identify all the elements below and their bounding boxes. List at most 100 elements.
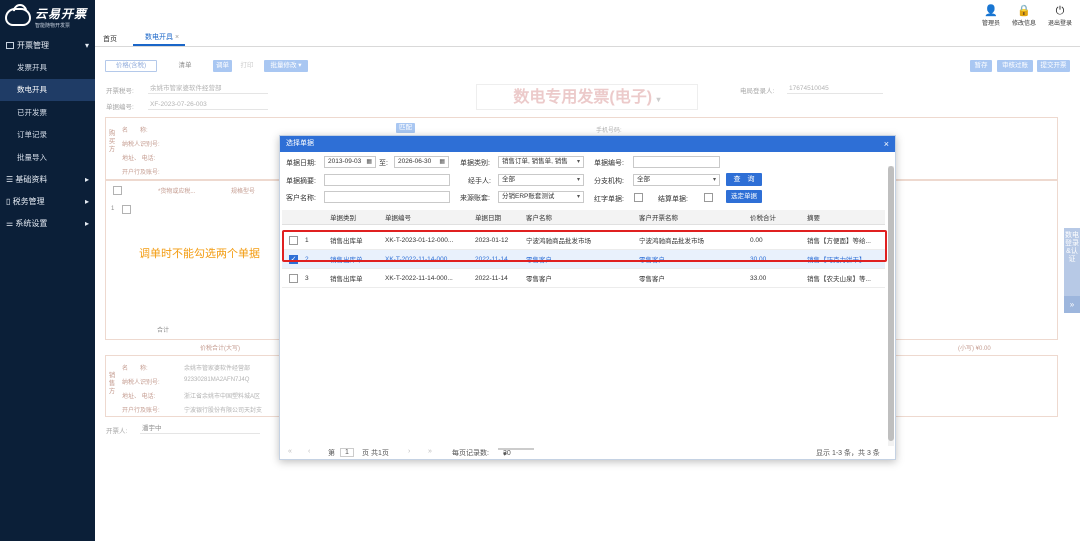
scrollbar-thumb[interactable] bbox=[888, 166, 894, 441]
phone-icon: ▯ bbox=[6, 197, 13, 206]
source-select[interactable]: 分销ERP账套测试 ▾ bbox=[498, 191, 584, 203]
menu-group-settings[interactable]: ⚌ 系统设置 ▸ bbox=[0, 213, 95, 235]
customer-input[interactable] bbox=[324, 191, 450, 203]
menu-item-issued[interactable]: 已开发票 bbox=[0, 101, 95, 124]
vertical-scrollbar[interactable] bbox=[888, 166, 894, 446]
chevron-down-icon: ▾ bbox=[712, 177, 716, 183]
page-label: 第 bbox=[328, 450, 335, 457]
user-icon: 👤 bbox=[984, 5, 998, 17]
annotation-text: 调单时不能勾选两个单据 bbox=[139, 248, 260, 260]
row-customer: 零售客户 bbox=[526, 276, 552, 283]
admin-button[interactable]: 👤 管理员 bbox=[982, 4, 1000, 27]
settle-doc-label: 结算单据: bbox=[658, 196, 688, 203]
close-icon[interactable]: × bbox=[884, 136, 889, 152]
summary-input[interactable] bbox=[324, 174, 450, 186]
date-from-value: 2013-09-03 bbox=[328, 158, 362, 165]
tab-digital-invoice[interactable]: 数电开具 × bbox=[133, 32, 186, 46]
column-header: 单据编号 bbox=[385, 215, 411, 222]
doc-no-input[interactable] bbox=[633, 156, 720, 168]
edit-info-button[interactable]: 🔒 修改信息 bbox=[1012, 4, 1036, 27]
red-doc-checkbox[interactable] bbox=[634, 193, 643, 202]
menu-item-issue[interactable]: 发票开具 bbox=[0, 56, 95, 79]
column-header: 摘要 bbox=[807, 215, 820, 222]
logo-title: 云易开票 bbox=[35, 7, 88, 21]
admin-label: 管理员 bbox=[981, 21, 1000, 27]
prev-page-button[interactable]: ‹ bbox=[308, 448, 310, 455]
handler-select[interactable]: 全部 ▾ bbox=[498, 174, 584, 186]
date-to-input[interactable]: 2026-06-30 ▦ bbox=[394, 156, 449, 168]
edit-info-label: 修改信息 bbox=[1011, 21, 1036, 27]
menu-item-import[interactable]: 批量导入 bbox=[0, 146, 95, 169]
date-to-label: 至: bbox=[379, 160, 388, 167]
chevron-down-icon: ▾ bbox=[576, 177, 580, 183]
calendar-icon[interactable]: ▦ bbox=[366, 157, 372, 167]
settings-icon: ⚌ bbox=[6, 219, 16, 228]
dialog-title: 选择单据 bbox=[286, 140, 314, 147]
menu-group-label: 税务管理 bbox=[12, 197, 45, 206]
row-total: 33.00 bbox=[750, 274, 767, 282]
column-header: 客户名称 bbox=[526, 215, 552, 222]
tab-bar: 首页 数电开具 × bbox=[95, 32, 1080, 47]
chevron-right-icon: ▸ bbox=[84, 175, 89, 184]
expand-arrow-icon[interactable]: » bbox=[1064, 296, 1080, 313]
menu-group-label: 基础资料 bbox=[15, 175, 48, 184]
row-doc-code: XK-T-2022-11-14-000... bbox=[385, 274, 453, 282]
column-header: 单据类别 bbox=[330, 215, 356, 222]
menu-item-digital[interactable]: 数电开具 bbox=[0, 78, 95, 101]
invoice-icon bbox=[6, 41, 14, 49]
sidebar: 云易开票 智能随物开发票 开票管理 ▾ 发票开具 数电开具 已开发票 订单记录 … bbox=[0, 0, 95, 541]
chevron-right-icon: ▸ bbox=[84, 219, 89, 228]
column-header: 价税合计 bbox=[750, 215, 776, 222]
row-number: 3 bbox=[305, 274, 309, 282]
source-value: 分销ERP账套测试 bbox=[502, 193, 555, 200]
page-count: 页 共1页 bbox=[362, 450, 389, 457]
page-input[interactable]: 1 bbox=[340, 448, 354, 457]
date-from-input[interactable]: 2013-09-03 ▦ bbox=[324, 156, 376, 168]
branch-select[interactable]: 全部 ▾ bbox=[633, 174, 720, 186]
chevron-down-icon: ▾ bbox=[503, 451, 507, 458]
row-invoice-name: 零售客户 bbox=[639, 276, 665, 283]
pagination: « ‹ 第 1 页 共1页 › » 每页记录数: 30 ▾ 显示 1-3 条，共… bbox=[280, 447, 895, 460]
per-page-select[interactable]: 30 ▾ bbox=[498, 448, 534, 458]
last-page-button[interactable]: » bbox=[428, 448, 432, 455]
branch-label: 分支机构: bbox=[594, 178, 624, 185]
select-document-button[interactable]: 选定单据 bbox=[726, 190, 762, 203]
highlight-annotation-box bbox=[282, 230, 887, 262]
table-header: 单据类别 单据编号 单据日期 客户名称 客户开票名称 价税合计 摘要 bbox=[282, 210, 885, 225]
menu-group-basic[interactable]: ☰ 基础资料 ▸ bbox=[0, 169, 95, 191]
date-to-value: 2026-06-30 bbox=[398, 158, 432, 165]
logout-label: 退出登录 bbox=[1047, 21, 1072, 27]
next-page-button[interactable]: › bbox=[408, 448, 410, 455]
table-row[interactable]: 3 销售出库单 XK-T-2022-11-14-000... 2022-11-1… bbox=[282, 269, 885, 288]
menu-group-label: 开票管理 bbox=[17, 40, 49, 50]
tab-label: 数电开具 bbox=[145, 34, 173, 41]
handler-label: 经手人: bbox=[468, 178, 491, 185]
date-label: 单据日期: bbox=[286, 160, 316, 167]
menu-group-label: 系统设置 bbox=[15, 219, 48, 228]
logout-button[interactable]: ⏻ 退出登录 bbox=[1048, 4, 1072, 27]
doc-no-label: 单据编号: bbox=[594, 160, 624, 167]
chevron-down-icon: ▾ bbox=[84, 40, 89, 50]
query-button[interactable]: 查 询 bbox=[726, 173, 762, 186]
doc-type-select[interactable]: 销售订单, 销售单, 销售 ▾ bbox=[498, 156, 584, 168]
logo: 云易开票 智能随物开发票 bbox=[0, 0, 95, 34]
row-doc-date: 2022-11-14 bbox=[475, 274, 508, 282]
select-document-dialog: 选择单据 × 单据日期: 2013-09-03 ▦ 至: 2026-06-30 ▦ … bbox=[279, 135, 896, 460]
menu-group-invoice[interactable]: 开票管理 ▾ bbox=[0, 34, 95, 56]
row-checkbox[interactable] bbox=[289, 274, 298, 283]
customer-label: 客户名称: bbox=[286, 195, 316, 202]
first-page-button[interactable]: « bbox=[288, 448, 292, 455]
cloud-logo-icon bbox=[5, 8, 31, 26]
doc-type-label: 单据类别: bbox=[460, 160, 490, 167]
menu-group-tax[interactable]: ▯ 税务管理 ▸ bbox=[0, 191, 95, 213]
tab-home[interactable]: 首页 bbox=[103, 34, 117, 46]
top-bar: 👤 管理员 🔒 修改信息 ⏻ 退出登录 bbox=[95, 0, 1080, 32]
settle-doc-checkbox[interactable] bbox=[704, 193, 713, 202]
chevron-right-icon: ▸ bbox=[84, 197, 89, 206]
chevron-down-icon: ▾ bbox=[576, 194, 580, 200]
tab-close-icon[interactable]: × bbox=[175, 34, 179, 41]
source-label: 来源账套: bbox=[460, 195, 490, 202]
calendar-icon[interactable]: ▦ bbox=[439, 157, 445, 167]
menu-item-orders[interactable]: 订单记录 bbox=[0, 124, 95, 147]
doc-type-value: 销售订单, 销售单, 销售 bbox=[502, 158, 568, 165]
